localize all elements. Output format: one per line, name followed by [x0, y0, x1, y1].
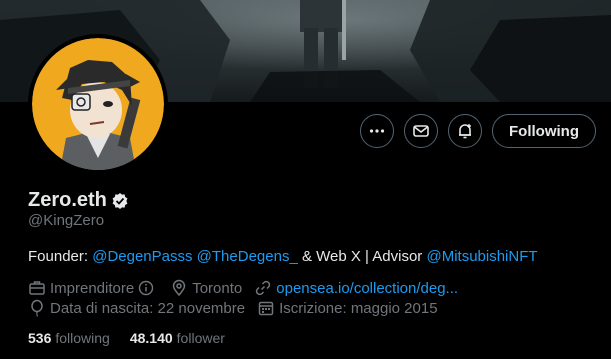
- website-link[interactable]: opensea.io/collection/deg...: [276, 280, 458, 297]
- name-row: Zero.eth: [28, 189, 129, 212]
- bio-prefix: Founder:: [28, 248, 93, 265]
- birthday-text: Data di nascita: 22 novembre: [50, 299, 246, 317]
- display-name: Zero.eth: [28, 189, 107, 211]
- avatar-image: [32, 38, 164, 170]
- location-pin-icon: [172, 279, 186, 297]
- mention-link[interactable]: @TheDegens_: [197, 248, 298, 265]
- link-icon: [256, 280, 271, 296]
- following-label: following: [55, 330, 110, 346]
- info-icon[interactable]: [138, 280, 154, 296]
- profile-avatar[interactable]: [28, 34, 168, 174]
- calendar-icon: [258, 301, 274, 316]
- mention-link[interactable]: @DegenPasss: [92, 248, 192, 265]
- occupation-text: Imprenditore: [50, 279, 135, 297]
- profile-page: Following Zero.eth @KingZero Founder: @D…: [0, 0, 611, 359]
- user-handle: @KingZero: [28, 212, 105, 229]
- following-button[interactable]: Following: [492, 114, 596, 148]
- followers-count: 48.140: [129, 330, 173, 346]
- location-item: Toronto: [170, 279, 242, 297]
- bell-plus-icon: [459, 124, 472, 139]
- following-stat[interactable]: 536 following: [28, 330, 110, 346]
- briefcase-icon: [29, 281, 45, 295]
- balloon-icon: [31, 299, 43, 317]
- joined-text: Iscrizione: maggio 2015: [279, 299, 438, 317]
- birthday-item: Data di nascita: 22 novembre: [28, 299, 245, 317]
- profile-meta-row: Imprenditore Toronto opensea.io/collecti…: [28, 279, 470, 297]
- followers-label: follower: [176, 330, 225, 346]
- mention-link[interactable]: @MitsubishiNFT: [426, 248, 537, 265]
- more-horizontal-icon: [369, 129, 385, 133]
- more-button[interactable]: [360, 114, 395, 148]
- bio-middle: & Web X | Advisor: [297, 248, 427, 265]
- website-item: opensea.io/collection/deg...: [254, 279, 458, 297]
- message-button[interactable]: [404, 114, 439, 148]
- profile-meta-row: Data di nascita: 22 novembre Iscrizione:…: [28, 299, 450, 317]
- notifications-button[interactable]: [448, 114, 483, 148]
- joined-item: Iscrizione: maggio 2015: [257, 299, 438, 317]
- envelope-icon: [413, 125, 429, 137]
- following-count: 536: [28, 330, 52, 346]
- occupation-item: Imprenditore: [28, 279, 158, 297]
- profile-bio: Founder: @DegenPasss @TheDegens_ & Web X…: [28, 248, 538, 265]
- follow-stats: 536 following 48.140 follower: [28, 330, 225, 346]
- followers-stat[interactable]: 48.140 follower: [130, 330, 225, 346]
- verified-badge-icon[interactable]: [111, 192, 129, 210]
- profile-actions: Following: [360, 114, 596, 148]
- location-text: Toronto: [192, 279, 243, 297]
